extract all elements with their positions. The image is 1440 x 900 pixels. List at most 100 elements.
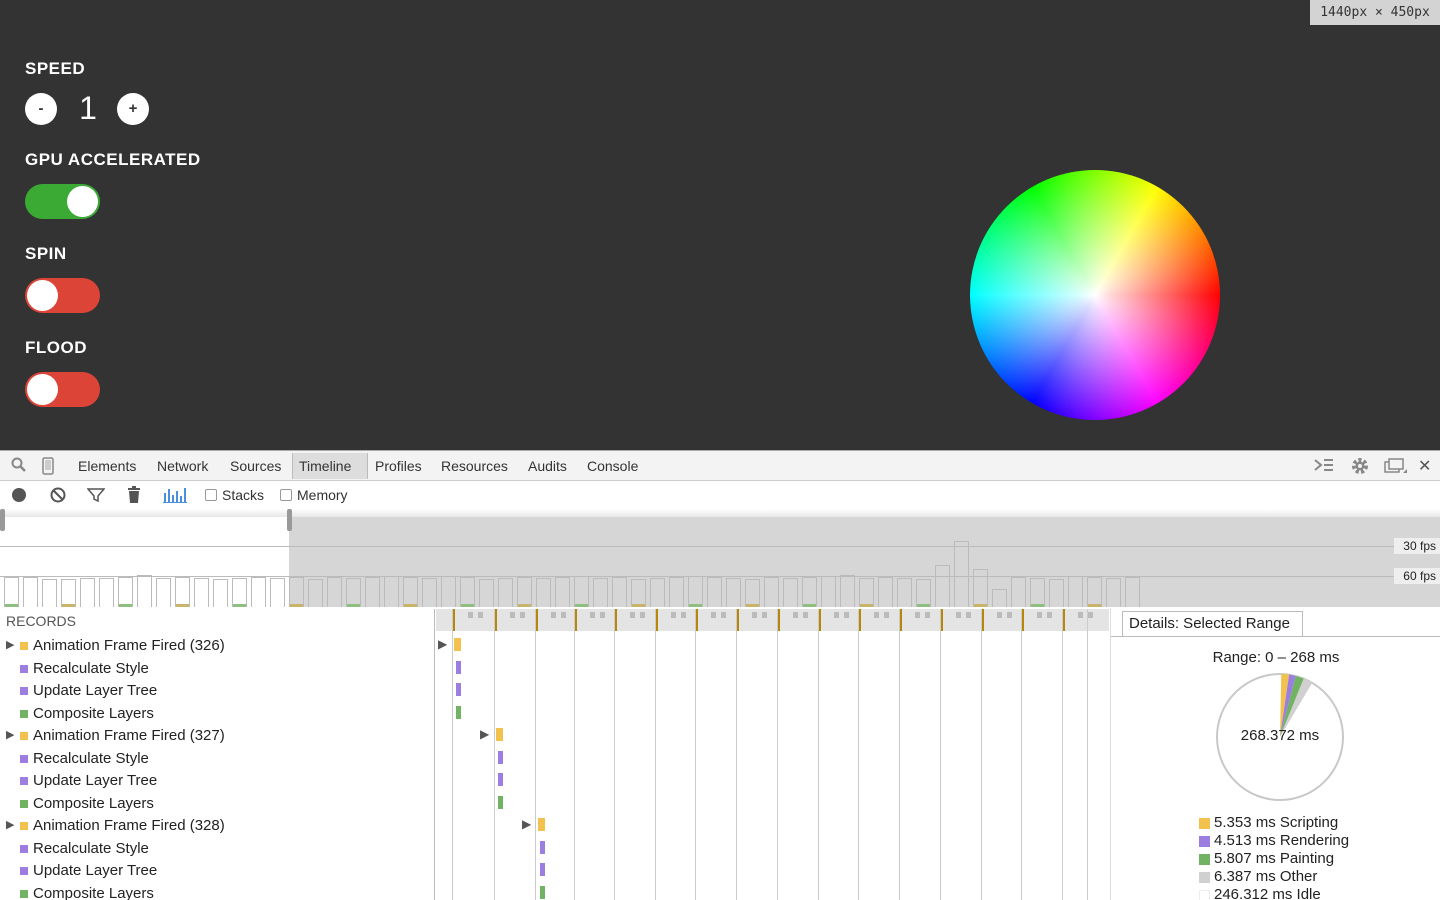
frame-bar — [384, 576, 399, 607]
frame-bar — [1049, 579, 1064, 607]
frame-bar — [270, 578, 285, 607]
details-tab[interactable]: Details: Selected Range — [1122, 611, 1303, 637]
tab-resources[interactable]: Resources — [441, 458, 508, 474]
tab-elements[interactable]: Elements — [78, 458, 136, 474]
record-row[interactable]: Update Layer Tree — [0, 770, 435, 792]
filter-icon[interactable] — [86, 487, 106, 507]
grid-line — [899, 609, 900, 900]
event-bar[interactable] — [456, 705, 461, 719]
record-row[interactable]: Recalculate Style — [0, 658, 435, 680]
frame-marker — [900, 609, 902, 631]
event-bar[interactable] — [540, 863, 545, 876]
frame-bar — [650, 578, 665, 607]
frame-bar — [935, 565, 950, 607]
frame-marker — [819, 609, 821, 631]
frame-tick — [956, 612, 961, 618]
expand-arrow-icon[interactable]: ▶ — [522, 817, 531, 831]
trash-icon[interactable] — [127, 486, 141, 508]
frame-bar — [536, 578, 551, 607]
stacks-checkbox[interactable] — [205, 489, 217, 501]
frame-bar — [1011, 577, 1026, 607]
grid-line — [614, 609, 615, 900]
frame-tick — [752, 612, 757, 618]
timeline-overview[interactable]: 30 fps 60 fps — [0, 509, 1440, 609]
frame-bar-fill — [62, 604, 75, 607]
speed-decrease-button[interactable]: - — [25, 93, 57, 125]
event-bar[interactable] — [540, 840, 545, 854]
frame-tick — [1037, 612, 1042, 618]
frame-bar — [1030, 578, 1045, 607]
clear-icon[interactable] — [50, 487, 66, 507]
speed-increase-button[interactable]: + — [117, 93, 149, 125]
dock-side-icon[interactable] — [1383, 457, 1407, 479]
record-row[interactable]: Update Layer Tree — [0, 860, 435, 882]
record-icon[interactable] — [11, 487, 27, 507]
grid-line — [858, 609, 859, 900]
frame-tick — [925, 612, 930, 618]
record-row[interactable]: Composite Layers — [0, 793, 435, 815]
grid-line — [736, 609, 737, 900]
frame-bar-fill — [176, 604, 189, 607]
frame-bar — [61, 579, 76, 607]
search-icon[interactable] — [11, 457, 27, 477]
tab-sources[interactable]: Sources — [230, 458, 281, 474]
record-row[interactable]: ▶ Animation Frame Fired (326) — [0, 635, 435, 657]
event-bar[interactable] — [540, 885, 545, 899]
event-bar[interactable] — [498, 750, 503, 764]
tab-network[interactable]: Network — [157, 458, 208, 474]
tab-console[interactable]: Console — [587, 458, 638, 474]
grid-line — [818, 609, 819, 900]
fps60-label: 60 fps — [1394, 568, 1440, 584]
record-row[interactable]: Composite Layers — [0, 703, 435, 725]
gpu-accelerated-toggle[interactable] — [25, 184, 100, 219]
expand-arrow-icon[interactable]: ▶ — [480, 727, 489, 741]
frame-bar-fill — [974, 604, 987, 607]
event-bar[interactable] — [538, 818, 545, 831]
event-bar[interactable] — [496, 728, 503, 741]
event-bar[interactable] — [454, 638, 461, 651]
frame-tick — [640, 612, 645, 618]
flood-toggle[interactable] — [25, 372, 100, 407]
record-row[interactable]: Update Layer Tree — [0, 680, 435, 702]
expand-arrow-icon[interactable]: ▶ — [438, 637, 447, 651]
expand-arrow-icon[interactable]: ▶ — [6, 638, 14, 651]
tab-profiles[interactable]: Profiles — [375, 458, 422, 474]
tab-timeline[interactable]: Timeline — [299, 458, 351, 474]
frame-bar-fill — [290, 604, 303, 607]
close-icon[interactable]: ✕ — [1418, 456, 1431, 476]
expand-arrow-icon[interactable]: ▶ — [6, 818, 14, 831]
settings-gear-icon[interactable] — [1349, 455, 1371, 481]
grid-line — [574, 609, 575, 900]
record-row[interactable]: ▶ Animation Frame Fired (327) — [0, 725, 435, 747]
record-row[interactable]: Composite Layers — [0, 883, 435, 900]
frames-view-icon[interactable] — [163, 487, 187, 507]
frame-tick — [561, 612, 566, 618]
frame-bar-fill — [803, 604, 816, 607]
record-row[interactable]: ▶ Animation Frame Fired (328) — [0, 815, 435, 837]
memory-checkbox[interactable] — [280, 489, 292, 501]
range-handle-right[interactable] — [287, 509, 292, 531]
records-panel: RECORDS ▶ Animation Frame Fired (326) Reca… — [0, 609, 435, 900]
event-bar[interactable] — [456, 660, 461, 674]
tab-audits[interactable]: Audits — [528, 458, 567, 474]
record-row[interactable]: Recalculate Style — [0, 748, 435, 770]
spin-toggle[interactable] — [25, 278, 100, 313]
event-bar[interactable] — [498, 795, 503, 809]
console-drawer-icon[interactable] — [1313, 457, 1335, 477]
record-row[interactable]: Recalculate Style — [0, 838, 435, 860]
frame-bar-fill — [917, 604, 930, 607]
event-bar[interactable] — [456, 683, 461, 696]
details-divider — [1111, 636, 1440, 637]
frame-bar — [992, 589, 1007, 607]
frame-bar — [897, 578, 912, 607]
device-mode-icon[interactable] — [42, 457, 54, 479]
frame-tick — [997, 612, 1002, 618]
record-label: Composite Layers — [33, 884, 154, 900]
frame-bar-fill — [119, 604, 132, 607]
event-bar[interactable] — [498, 773, 503, 786]
expand-arrow-icon[interactable]: ▶ — [6, 728, 14, 741]
frame-bar-fill — [1088, 604, 1101, 607]
frame-bar — [745, 579, 760, 607]
record-type-swatch — [20, 844, 28, 853]
range-handle-left[interactable] — [0, 509, 5, 531]
